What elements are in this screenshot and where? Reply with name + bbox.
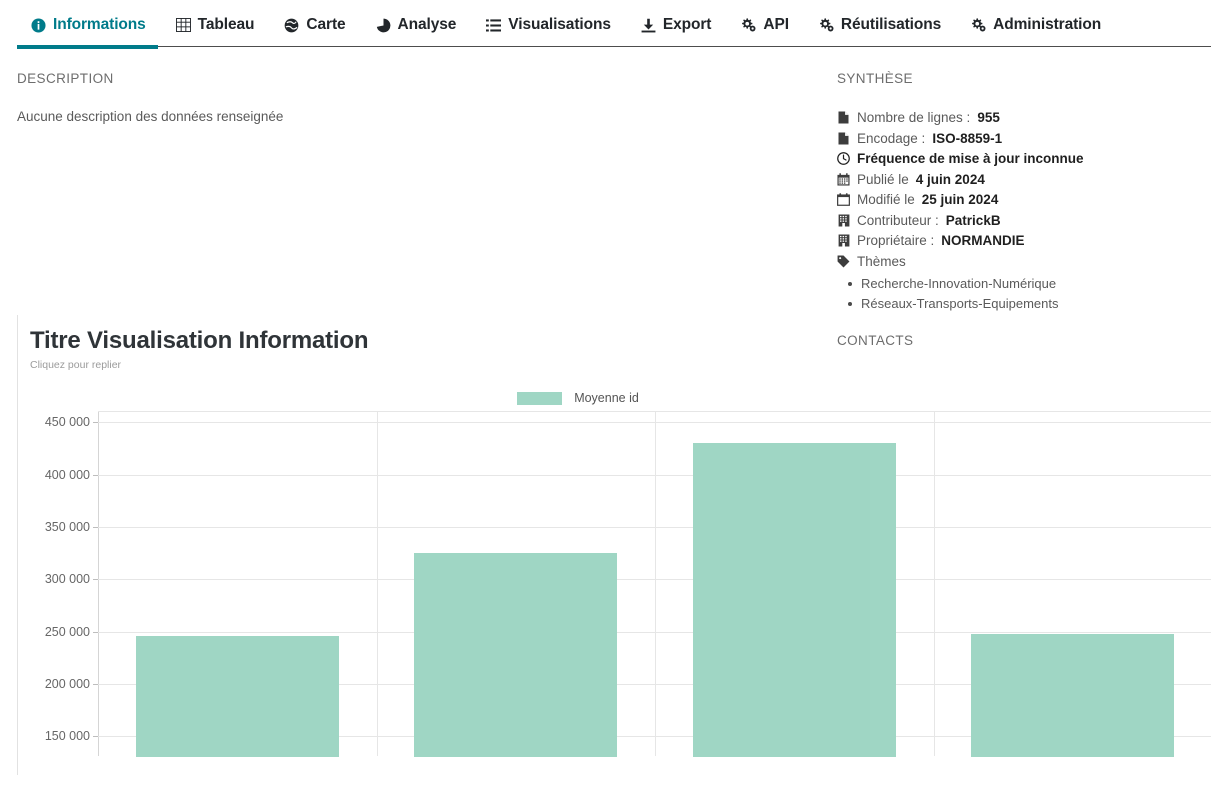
row-value: 4 juin 2024 bbox=[915, 171, 985, 187]
themes-list: Recherche-Innovation-Numérique Réseaux-T… bbox=[837, 274, 1211, 314]
legend-swatch bbox=[517, 391, 563, 405]
bar-chart: Moyenne id 450 000 400 000 350 000 300 000 2… bbox=[30, 385, 1211, 765]
chart-bar[interactable] bbox=[135, 635, 339, 757]
x-gridline bbox=[655, 412, 656, 756]
row-label: Nombre de lignes : bbox=[857, 110, 971, 125]
info-content-area: DESCRIPTION Aucune description des donné… bbox=[0, 50, 1211, 348]
gears-icon bbox=[741, 18, 756, 33]
chart-bar[interactable] bbox=[971, 633, 1175, 757]
y-axis-tick-label: 450 000 bbox=[44, 415, 99, 430]
chart-plot-area: 450 000 400 000 350 000 300 000 250 000 200 0… bbox=[45, 411, 1211, 757]
building-icon bbox=[837, 214, 850, 227]
list-icon bbox=[486, 18, 502, 33]
y-axis-tick-label: 400 000 bbox=[44, 467, 99, 482]
y-axis-tick-label: 150 000 bbox=[44, 729, 99, 744]
chart-legend: Moyenne id bbox=[30, 385, 1211, 411]
row-value: NORMANDIE bbox=[941, 233, 1025, 248]
row-label: Contributeur : bbox=[857, 212, 939, 228]
synthese-row-nombre-de-lignes: Nombre de lignes : 955 bbox=[837, 108, 1211, 128]
description-panel: DESCRIPTION Aucune description des donné… bbox=[0, 50, 820, 315]
x-gridline bbox=[376, 412, 378, 756]
tab-label: Visualisations bbox=[508, 16, 611, 33]
building-icon bbox=[837, 234, 850, 247]
tab-reutilisations[interactable]: Réutilisations bbox=[805, 0, 957, 49]
y-axis-tick-label: 300 000 bbox=[44, 572, 99, 587]
calendar2-icon bbox=[837, 193, 850, 206]
clock-icon bbox=[837, 152, 850, 165]
file-icon bbox=[837, 132, 850, 145]
tag-icon bbox=[837, 255, 850, 268]
row-label: Encodage : bbox=[857, 130, 926, 146]
row-label: Thèmes bbox=[857, 253, 906, 269]
synthese-row-frequence: Fréquence de mise à jour inconnue bbox=[837, 149, 1211, 169]
download-icon bbox=[641, 18, 656, 33]
row-value: ISO-8859-1 bbox=[932, 130, 1003, 146]
globe-icon bbox=[284, 18, 299, 33]
legend-label: Moyenne id bbox=[574, 391, 639, 405]
synthese-list: Nombre de lignes : 955 Encodage : ISO-88… bbox=[837, 108, 1211, 272]
tab-label: Administration bbox=[993, 16, 1102, 33]
description-heading: DESCRIPTION bbox=[17, 71, 114, 86]
tab-label: Export bbox=[662, 16, 712, 33]
synthese-panel: SYNTHÈSE Nombre de lignes : 955 Encodage… bbox=[820, 50, 1211, 348]
table-icon bbox=[175, 18, 191, 33]
tab-api[interactable]: API bbox=[727, 0, 805, 49]
tab-label: Carte bbox=[306, 16, 346, 33]
visualisation-collapse-hint[interactable]: Cliquez pour replier bbox=[30, 359, 1211, 371]
tab-administration[interactable]: Administration bbox=[957, 0, 1117, 49]
theme-item: Recherche-Innovation-Numérique bbox=[844, 274, 1211, 294]
gears-icon bbox=[819, 18, 834, 33]
tab-informations[interactable]: Informations bbox=[17, 0, 162, 49]
row-label: Publié le bbox=[857, 171, 909, 187]
synthese-row-proprietaire: Propriétaire : NORMANDIE bbox=[837, 231, 1211, 251]
tab-visualisations[interactable]: Visualisations bbox=[472, 0, 627, 49]
y-axis-tick-label: 350 000 bbox=[44, 520, 99, 534]
tab-tableau[interactable]: Tableau bbox=[162, 0, 271, 49]
chart-bar[interactable] bbox=[692, 443, 896, 757]
pie-chart-icon bbox=[376, 18, 391, 33]
gears-icon bbox=[971, 18, 986, 33]
y-axis-line bbox=[98, 412, 99, 756]
description-text: Aucune description des données renseigné… bbox=[17, 109, 284, 124]
calendar-icon bbox=[837, 172, 850, 186]
visualisation-block[interactable]: Titre Visualisation Information Cliquez … bbox=[17, 315, 1211, 775]
visualisation-title: Titre Visualisation Information bbox=[30, 327, 369, 354]
tab-label: Informations bbox=[53, 16, 146, 33]
tab-label: Analyse bbox=[397, 16, 457, 33]
y-axis-tick-label: 250 000 bbox=[44, 624, 99, 639]
tab-analyse[interactable]: Analyse bbox=[362, 0, 473, 49]
synthese-row-contributeur: Contributeur : PatrickB bbox=[837, 211, 1211, 231]
synthese-row-publie-le: Publié le 4 juin 2024 bbox=[837, 170, 1211, 190]
row-label: Modifié le bbox=[857, 192, 915, 207]
row-value: PatrickB bbox=[945, 212, 1001, 228]
row-label: Propriétaire : bbox=[857, 233, 935, 248]
synthese-row-encodage: Encodage : ISO-8859-1 bbox=[837, 129, 1211, 149]
theme-item: Réseaux-Transports-Equipements bbox=[844, 294, 1211, 314]
tab-label: API bbox=[763, 16, 789, 33]
row-value: 955 bbox=[977, 110, 1000, 125]
y-axis-tick-label: 200 000 bbox=[44, 676, 99, 691]
row-label: Fréquence de mise à jour inconnue bbox=[857, 151, 1084, 166]
row-value: 25 juin 2024 bbox=[921, 192, 999, 207]
synthese-row-themes: Thèmes bbox=[837, 252, 1211, 272]
chart-bar[interactable] bbox=[414, 553, 618, 757]
tab-label: Tableau bbox=[197, 16, 255, 33]
x-gridline bbox=[933, 412, 935, 756]
main-tab-bar: Informations Tableau Carte Analyse Visua… bbox=[0, 0, 1211, 50]
file-icon bbox=[837, 111, 850, 124]
tab-label: Réutilisations bbox=[840, 16, 942, 33]
synthese-heading: SYNTHÈSE bbox=[837, 71, 913, 86]
tab-export[interactable]: Export bbox=[627, 0, 728, 49]
synthese-row-modifie-le: Modifié le 25 juin 2024 bbox=[837, 190, 1211, 210]
tab-carte[interactable]: Carte bbox=[270, 0, 361, 49]
info-icon bbox=[31, 17, 46, 33]
